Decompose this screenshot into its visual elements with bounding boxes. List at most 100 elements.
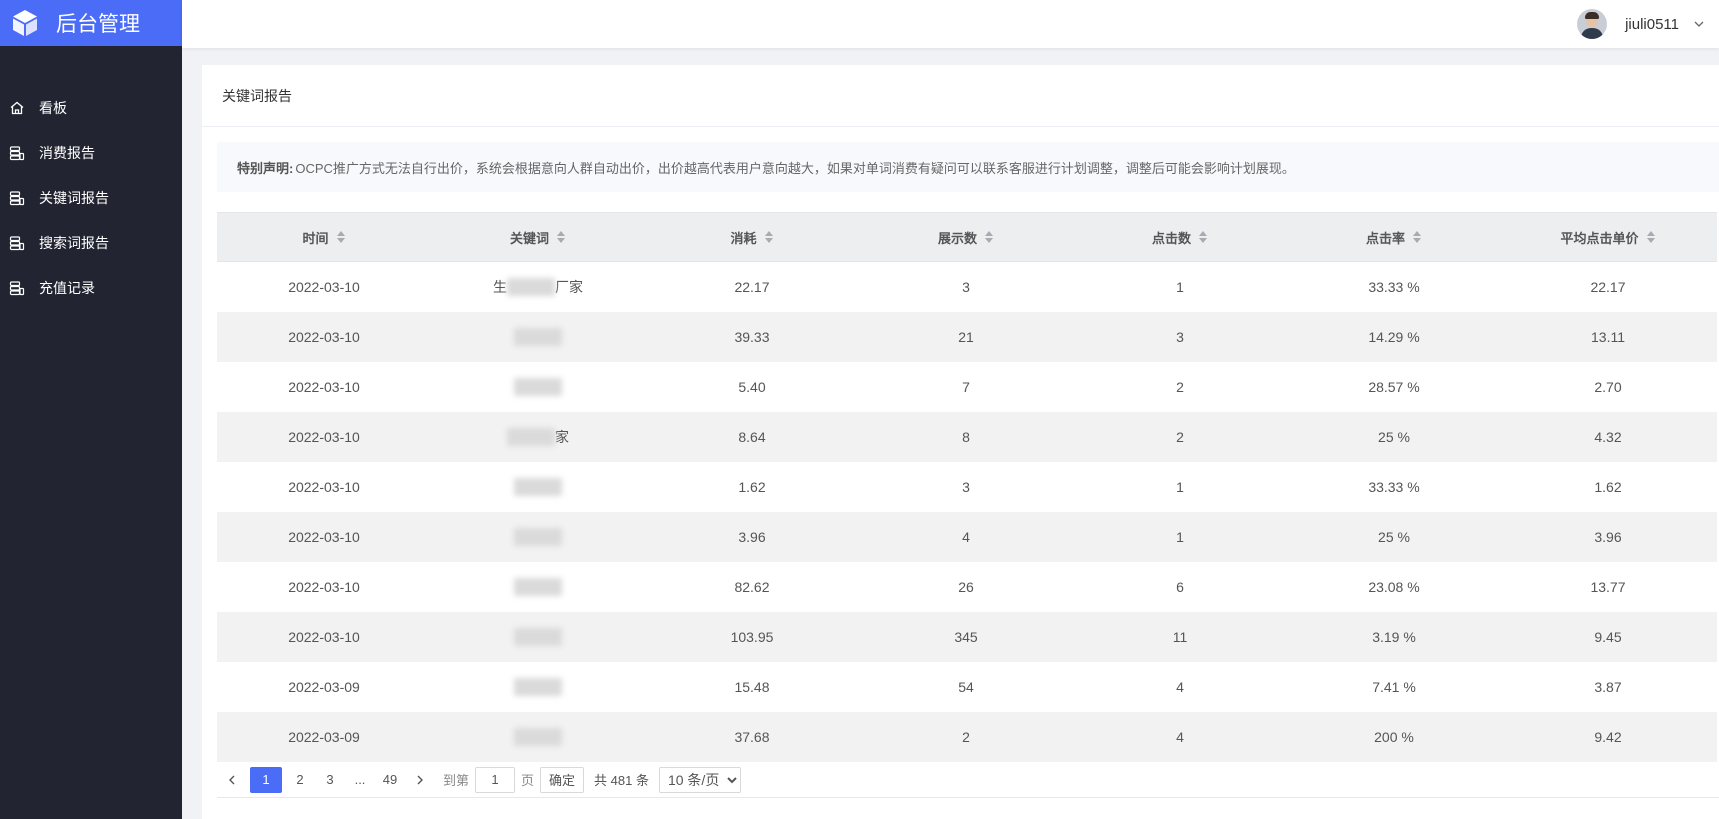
cell-clicks: 4	[1176, 729, 1184, 745]
blurred-keyword	[507, 428, 555, 446]
table-row: 2022-03-10 1.62 3 1 33.33 % 1.62	[217, 462, 1717, 512]
sort-icon[interactable]	[557, 231, 566, 243]
database-icon	[9, 145, 25, 160]
page-2-button[interactable]: 2	[288, 768, 312, 792]
cell-avg-cpc: 9.42	[1594, 729, 1622, 745]
sort-icon[interactable]	[1199, 231, 1208, 243]
pagination: 1 2 3 ... 49 到第 页 确定 共 481 条 10 条/页	[217, 762, 1719, 798]
table-header: 时间 关键词 消耗 展示数 点击数 点击率 平均点击单价	[217, 212, 1717, 262]
cell-avg-cpc: 3.96	[1594, 529, 1622, 545]
sort-icon[interactable]	[1646, 231, 1656, 243]
cell-ctr: 7.41 %	[1372, 679, 1416, 695]
cell-ctr: 3.19 %	[1372, 629, 1416, 645]
sidebar-item-keyword-report[interactable]: 关键词报告	[0, 175, 182, 220]
blurred-keyword	[514, 378, 562, 396]
cell-keyword	[431, 662, 645, 712]
cell-ctr: 14.29 %	[1368, 329, 1420, 345]
sidebar-item-recharge-records[interactable]: 充值记录	[0, 265, 182, 310]
cell-clicks: 1	[1176, 279, 1184, 295]
sidebar-item-dashboard[interactable]: 看板	[0, 85, 182, 130]
page-size-select[interactable]: 10 条/页	[658, 766, 741, 793]
column-header-clicks[interactable]: 点击数	[1073, 213, 1287, 261]
sidebar-nav: 看板 消费报告 关键词报告 搜索词报告 充值记录	[0, 85, 182, 310]
cell-cost: 1.62	[738, 479, 766, 495]
cell-avg-cpc: 3.87	[1594, 679, 1622, 695]
next-page-button[interactable]	[408, 768, 432, 792]
column-header-keyword[interactable]: 关键词	[431, 213, 645, 261]
blurred-keyword	[514, 578, 562, 596]
sort-icon[interactable]	[985, 231, 994, 243]
sort-icon[interactable]	[764, 231, 774, 243]
column-header-avg-cpc[interactable]: 平均点击单价	[1501, 213, 1715, 261]
sidebar-item-consumption-report[interactable]: 消费报告	[0, 130, 182, 175]
cell-impressions: 4	[962, 529, 970, 545]
cell-keyword	[431, 712, 645, 762]
table-row: 2022-03-10 生厂家 22.17 3 1 33.33 % 22.17	[217, 262, 1717, 312]
prev-page-button[interactable]	[220, 768, 244, 792]
cell-ctr: 25 %	[1378, 529, 1410, 545]
table-row: 2022-03-10 39.33 21 3 14.29 % 13.11	[217, 312, 1717, 362]
column-header-impressions[interactable]: 展示数	[859, 213, 1073, 261]
sort-icon[interactable]	[1413, 231, 1422, 243]
cell-ctr: 28.57 %	[1368, 379, 1420, 395]
page-1-button[interactable]: 1	[250, 766, 282, 793]
column-header-ctr[interactable]: 点击率	[1287, 213, 1501, 261]
cell-clicks: 4	[1176, 679, 1184, 695]
table-body: 2022-03-10 生厂家 22.17 3 1 33.33 % 22.17 2…	[217, 262, 1717, 762]
blurred-keyword	[514, 678, 562, 696]
cell-date: 2022-03-10	[288, 629, 360, 645]
confirm-button[interactable]: 确定	[540, 766, 585, 793]
cell-avg-cpc: 13.77	[1590, 579, 1626, 595]
last-page-button[interactable]: 49	[378, 768, 402, 792]
page-suffix: 页	[521, 773, 535, 788]
page-title: 关键词报告	[202, 65, 1719, 127]
goto-page-input[interactable]	[475, 766, 516, 793]
username[interactable]: jiuli0511	[1625, 16, 1679, 33]
cube-logo-icon	[13, 10, 37, 36]
cell-date: 2022-03-10	[288, 579, 360, 595]
cell-clicks: 2	[1176, 429, 1184, 445]
sort-icon[interactable]	[336, 231, 346, 243]
cell-keyword	[431, 562, 645, 612]
cell-impressions: 26	[958, 579, 974, 595]
cell-ctr: 23.08 %	[1368, 579, 1420, 595]
cell-date: 2022-03-10	[288, 529, 360, 545]
page-ellipsis[interactable]: ...	[348, 768, 372, 792]
cell-ctr: 33.33 %	[1368, 479, 1420, 495]
cell-keyword	[431, 512, 645, 562]
chevron-down-icon[interactable]	[1693, 18, 1705, 30]
cell-impressions: 3	[962, 279, 970, 295]
cell-impressions: 3	[962, 479, 970, 495]
cell-date: 2022-03-10	[288, 379, 360, 395]
cell-impressions: 2	[962, 729, 970, 745]
cell-keyword	[431, 612, 645, 662]
column-header-cost[interactable]: 消耗	[645, 213, 859, 261]
blurred-keyword	[514, 728, 562, 746]
column-header-date[interactable]: 时间	[217, 213, 431, 261]
cell-cost: 3.96	[738, 529, 766, 545]
cell-avg-cpc: 22.17	[1590, 279, 1626, 295]
cell-date: 2022-03-10	[288, 329, 360, 345]
main-content: 关键词报告 特别声明: OCPC推广方式无法自行出价，系统会根据意向人群自动出价…	[202, 65, 1719, 819]
page-3-button[interactable]: 3	[318, 768, 342, 792]
notice-label: 特别声明:	[237, 160, 294, 176]
cell-clicks: 6	[1176, 579, 1184, 595]
user-menu[interactable]: jiuli0511	[1577, 7, 1705, 41]
table-row: 2022-03-09 15.48 54 4 7.41 % 3.87	[217, 662, 1717, 712]
avatar[interactable]	[1577, 9, 1608, 39]
cell-avg-cpc: 1.62	[1594, 479, 1622, 495]
sidebar-item-label: 关键词报告	[39, 189, 109, 206]
cell-date: 2022-03-09	[288, 729, 360, 745]
logo[interactable]: 后台管理	[0, 0, 182, 46]
table-row: 2022-03-10 3.96 4 1 25 % 3.96	[217, 512, 1717, 562]
cell-date: 2022-03-10	[288, 279, 360, 295]
cell-avg-cpc: 2.70	[1594, 379, 1622, 395]
cell-impressions: 7	[962, 379, 970, 395]
sidebar-item-label: 看板	[39, 99, 67, 116]
sidebar-item-search-term-report[interactable]: 搜索词报告	[0, 220, 182, 265]
top-header: jiuli0511	[182, 0, 1719, 48]
cell-impressions: 345	[954, 629, 978, 645]
cell-cost: 39.33	[734, 329, 770, 345]
table-row: 2022-03-10 103.95 345 11 3.19 % 9.45	[217, 612, 1717, 662]
cell-impressions: 8	[962, 429, 970, 445]
